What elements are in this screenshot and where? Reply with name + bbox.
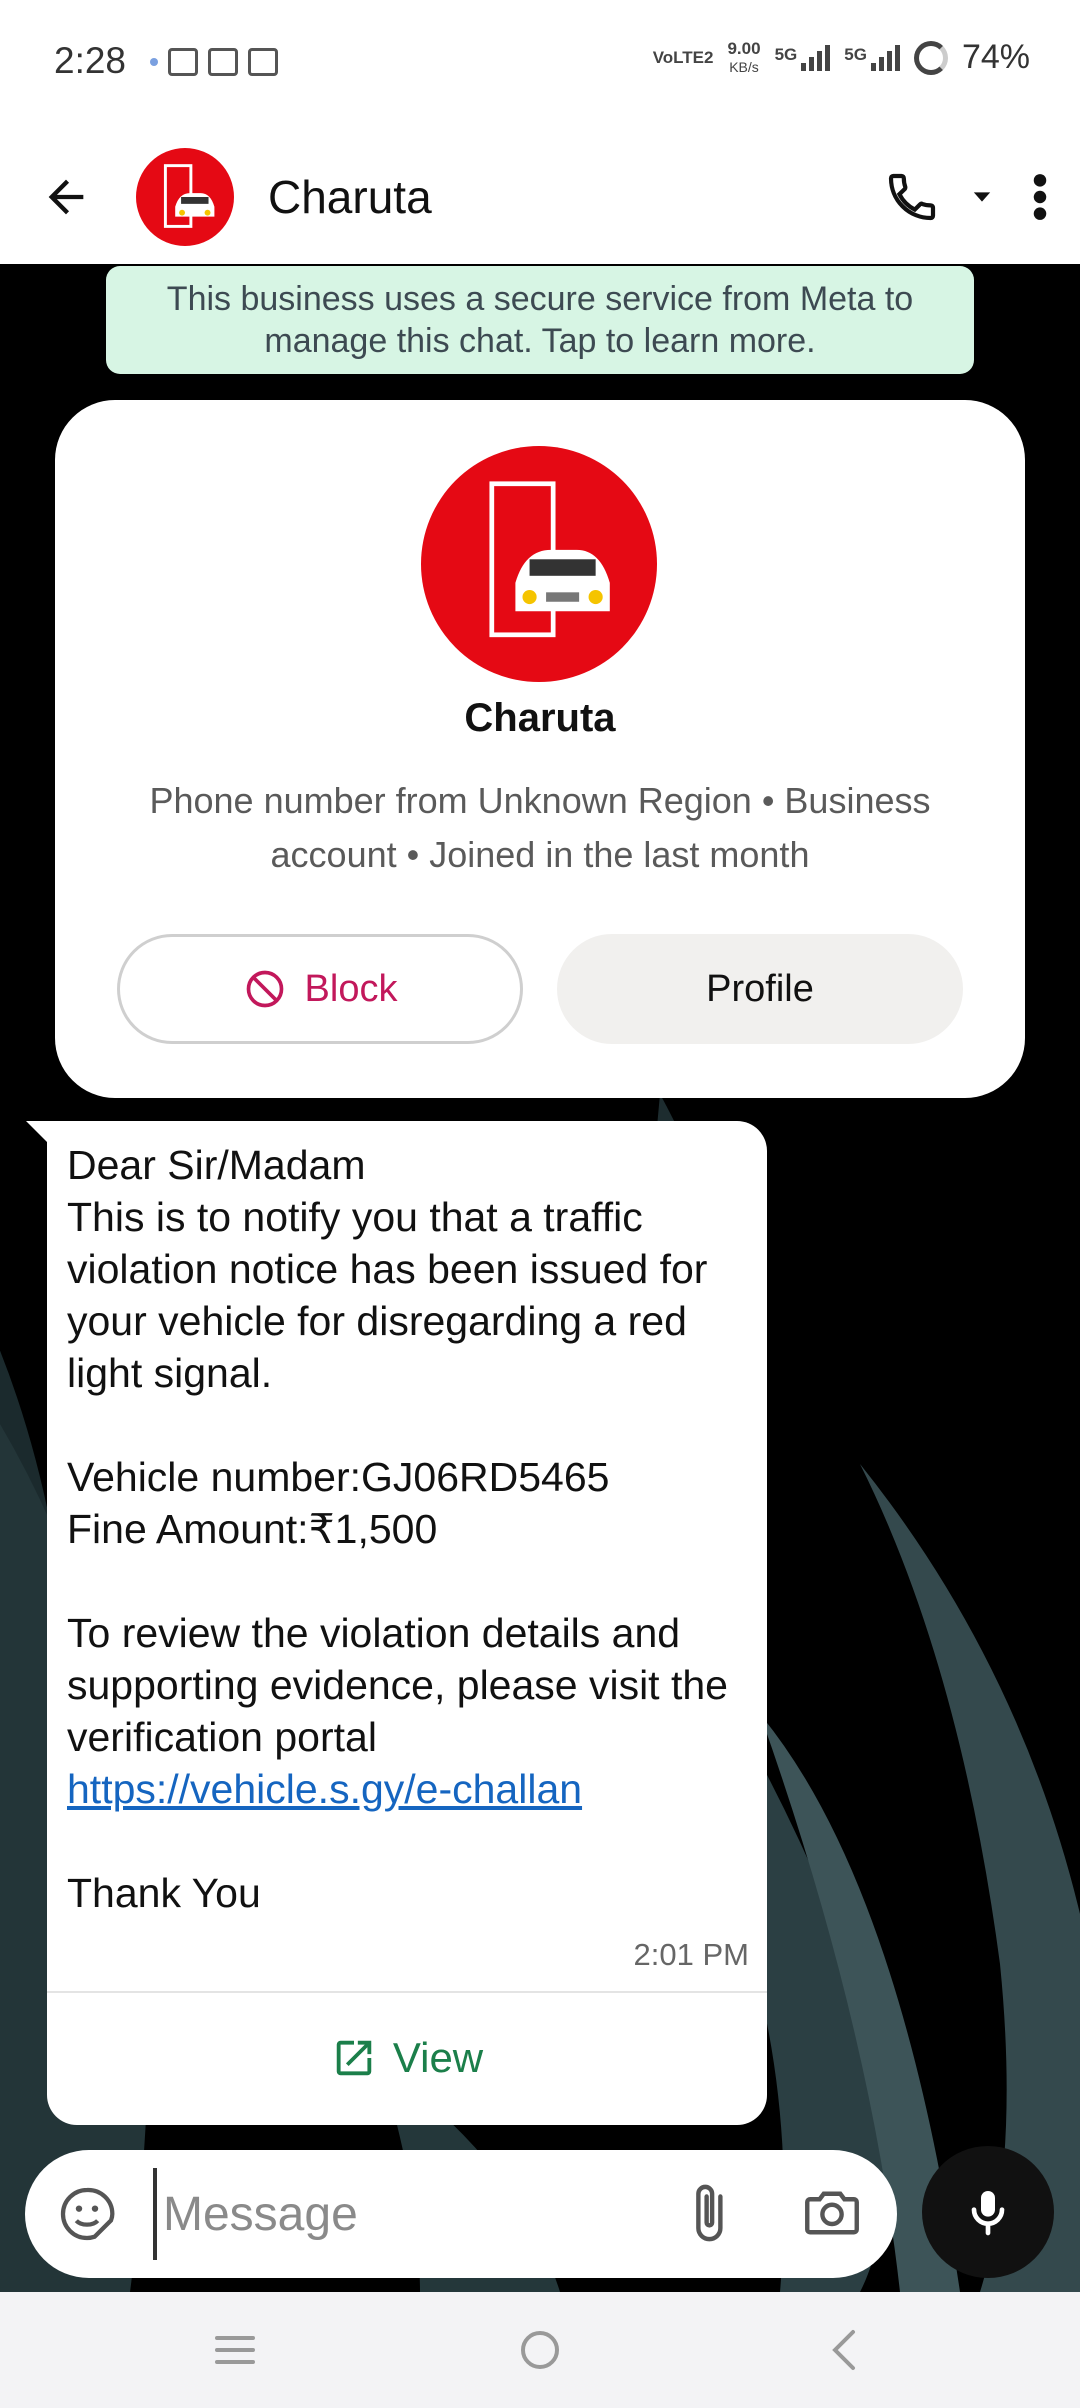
dropdown-caret-icon bbox=[973, 192, 991, 202]
net-speed-unit: KB/s bbox=[729, 58, 759, 75]
back-arrow-icon bbox=[48, 179, 84, 215]
message-text: Dear Sir/Madam This is to notify you tha… bbox=[67, 1139, 757, 1919]
status-time: 2:28 bbox=[54, 40, 127, 81]
calendar-notification-icon bbox=[248, 48, 278, 76]
business-name: Charuta bbox=[464, 696, 616, 740]
signal-2: 5G bbox=[844, 44, 900, 71]
contact-name[interactable]: Charuta bbox=[268, 170, 432, 224]
chat-header: Charuta bbox=[0, 130, 1080, 264]
notification-icons bbox=[150, 48, 278, 76]
status-bar: 2:28 VoLTE2 9.00 KB/s 5G 5G 74% bbox=[0, 0, 1080, 130]
stack-notification-icon bbox=[208, 48, 238, 76]
network-type-2: 5G bbox=[844, 44, 867, 64]
back-chevron-icon bbox=[832, 2330, 855, 2370]
voice-message-button[interactable] bbox=[922, 2146, 1054, 2278]
car-logo-icon bbox=[489, 481, 610, 638]
bubble-tail bbox=[26, 1121, 48, 1143]
camera-button[interactable] bbox=[799, 2180, 867, 2246]
back-nav-button[interactable] bbox=[800, 2314, 890, 2386]
sticker-button[interactable] bbox=[55, 2182, 119, 2246]
business-avatar bbox=[421, 446, 657, 682]
camera-icon bbox=[805, 2191, 859, 2235]
message-body-notice: This is to notify you that a traffic vio… bbox=[67, 1194, 719, 1396]
message-timestamp: 2:01 PM bbox=[633, 1937, 749, 1972]
profile-label: Profile bbox=[706, 967, 814, 1010]
meta-secure-service-notice[interactable]: This business uses a secure service from… bbox=[106, 266, 974, 374]
signal-1: 5G bbox=[774, 44, 831, 71]
home-button[interactable] bbox=[495, 2314, 585, 2386]
call-options-button[interactable] bbox=[962, 156, 1002, 238]
profile-button[interactable]: Profile bbox=[557, 934, 963, 1044]
view-label: View bbox=[392, 2034, 484, 2081]
attach-button[interactable] bbox=[675, 2180, 741, 2246]
app-notification-icon bbox=[168, 48, 198, 76]
header-actions bbox=[880, 156, 1060, 238]
phone-icon bbox=[888, 173, 936, 221]
signal-bars-2-icon bbox=[870, 44, 900, 71]
back-button[interactable] bbox=[30, 161, 102, 233]
message-greeting: Dear Sir/Madam bbox=[67, 1142, 366, 1188]
block-button[interactable]: Block bbox=[117, 934, 523, 1044]
message-closing: Thank You bbox=[67, 1870, 261, 1916]
contact-avatar[interactable] bbox=[136, 148, 234, 246]
sticker-smiley-icon bbox=[60, 2187, 115, 2241]
battery-icon bbox=[913, 40, 948, 75]
network-type-1: 5G bbox=[774, 44, 798, 64]
volte-label: VoLTE2 bbox=[652, 48, 714, 67]
message-body-review: To review the violation details and supp… bbox=[67, 1610, 740, 1760]
call-button[interactable] bbox=[880, 156, 944, 238]
more-options-button[interactable] bbox=[1020, 156, 1060, 238]
incoming-message-bubble[interactable]: Dear Sir/Madam This is to notify you tha… bbox=[47, 1121, 767, 2125]
more-vertical-icon bbox=[1033, 174, 1047, 220]
message-vehicle-number: Vehicle number:GJ06RD5465 bbox=[67, 1454, 610, 1500]
signal-bars-1-icon bbox=[801, 44, 831, 71]
block-label: Block bbox=[304, 967, 398, 1010]
system-navigation-bar bbox=[0, 2292, 1080, 2408]
net-speed-value: 9.00 bbox=[727, 38, 761, 58]
volte-indicator: VoLTE2 bbox=[653, 48, 714, 67]
business-details: Phone number from Unknown Region • Busin… bbox=[149, 780, 931, 875]
message-input[interactable] bbox=[153, 2168, 673, 2260]
car-logo-icon bbox=[163, 164, 215, 228]
paperclip-icon bbox=[696, 2184, 723, 2242]
view-link-button[interactable]: View bbox=[47, 1993, 767, 2123]
menu-lines-icon bbox=[215, 2336, 255, 2364]
message-composer bbox=[25, 2150, 897, 2278]
open-external-icon bbox=[336, 2040, 372, 2076]
message-fine-amount: Fine Amount:₹1,500 bbox=[67, 1506, 438, 1552]
net-speed: 9.00 KB/s bbox=[727, 39, 760, 77]
home-circle-icon bbox=[521, 2331, 559, 2369]
recent-apps-button[interactable] bbox=[190, 2314, 280, 2386]
block-icon bbox=[246, 970, 283, 1008]
battery-percent: 74% bbox=[961, 38, 1030, 76]
message-link[interactable]: https://vehicle.s.gy/e-challan bbox=[67, 1766, 582, 1812]
microphone-icon bbox=[971, 2191, 1005, 2236]
dot-icon bbox=[150, 58, 158, 66]
business-info-card: Charuta Phone number from Unknown Region… bbox=[55, 400, 1025, 1098]
system-indicators: VoLTE2 9.00 KB/s 5G 5G 74% bbox=[653, 38, 1030, 77]
